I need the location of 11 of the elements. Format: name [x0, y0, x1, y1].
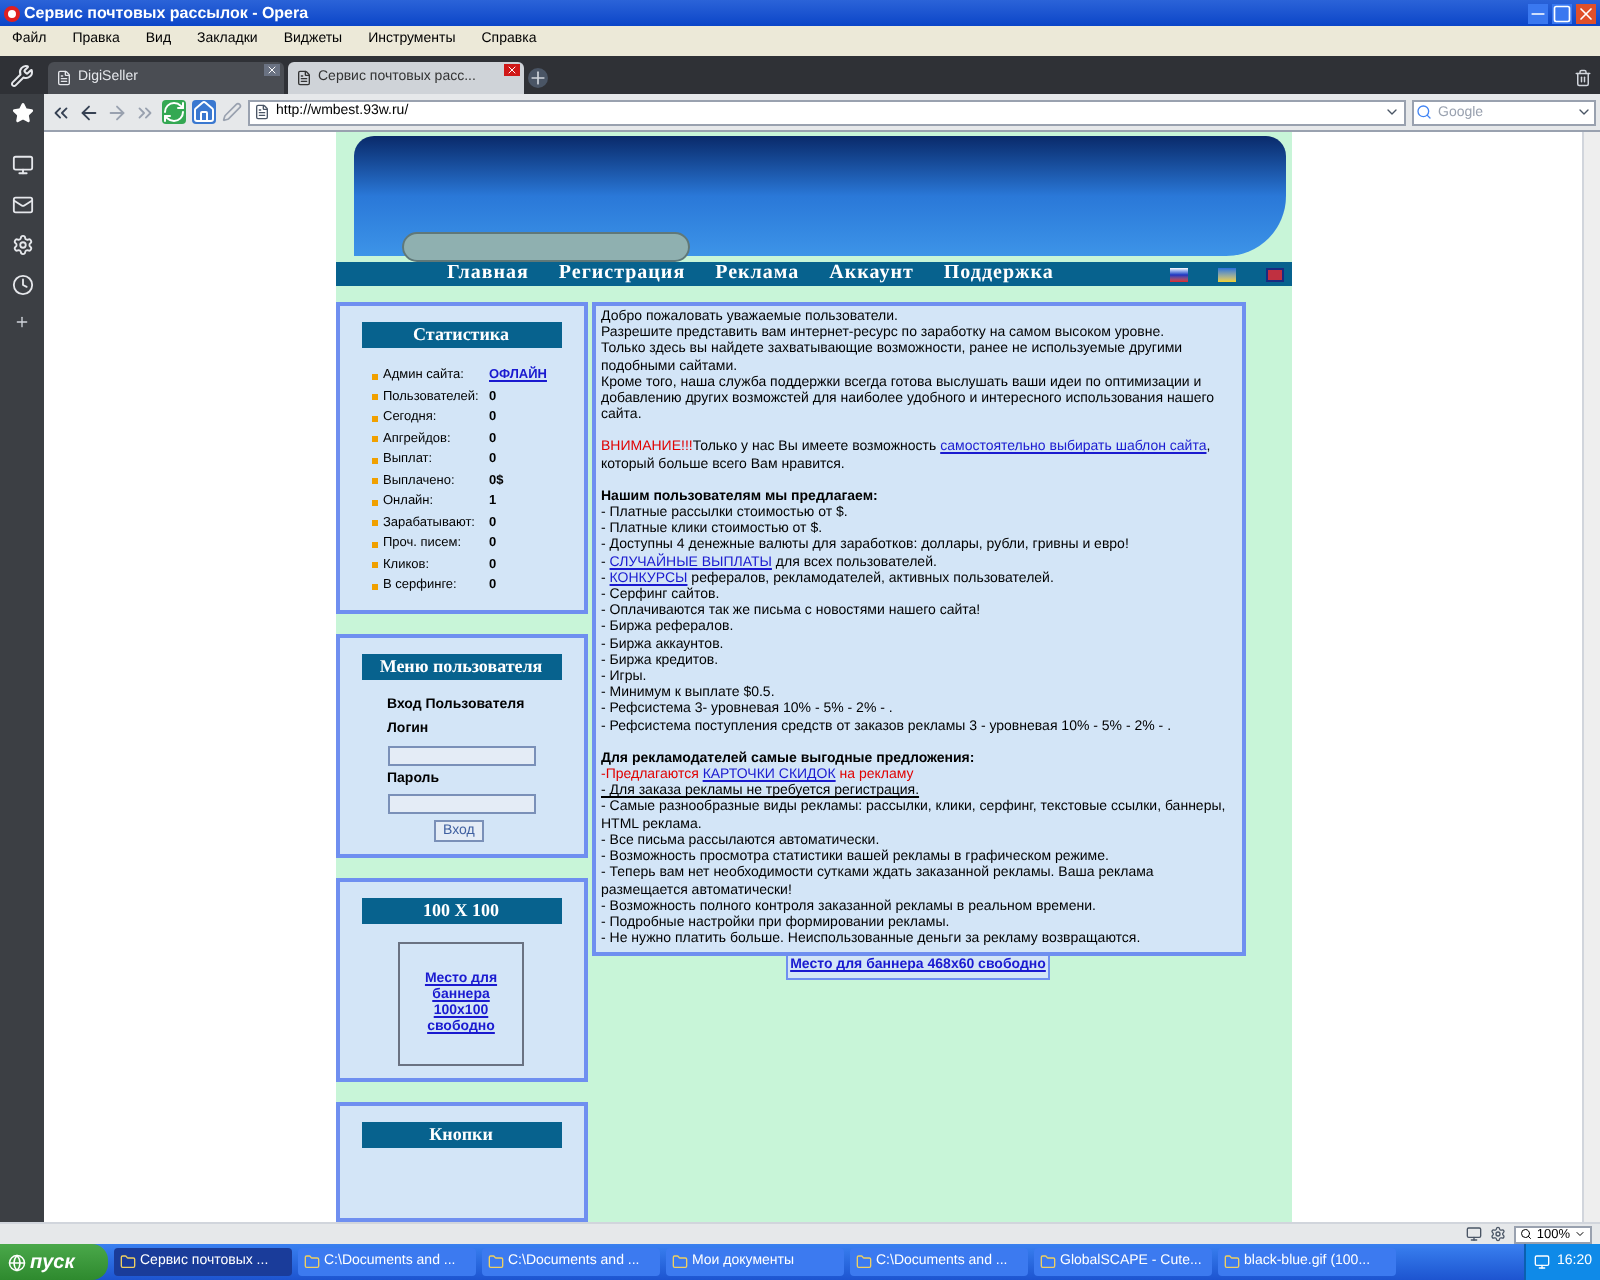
panel-title: Статистика [361, 322, 561, 348]
window-title: Сервис почтовых рассылок - Opera [24, 1, 311, 25]
nav-link[interactable]: Главная [447, 262, 529, 286]
nav-link[interactable]: Реклама [715, 262, 800, 286]
panel-title: Меню пользователя [361, 653, 561, 679]
nav-link[interactable]: Аккаунт [829, 262, 914, 286]
panel-title: Кнопки [361, 1122, 561, 1148]
start-button[interactable]: пуск [0, 1244, 108, 1280]
panel-title: 100 X 100 [361, 898, 561, 924]
nav-link[interactable]: Регистрация [558, 262, 686, 286]
nav-link[interactable]: Поддержка [943, 262, 1054, 286]
